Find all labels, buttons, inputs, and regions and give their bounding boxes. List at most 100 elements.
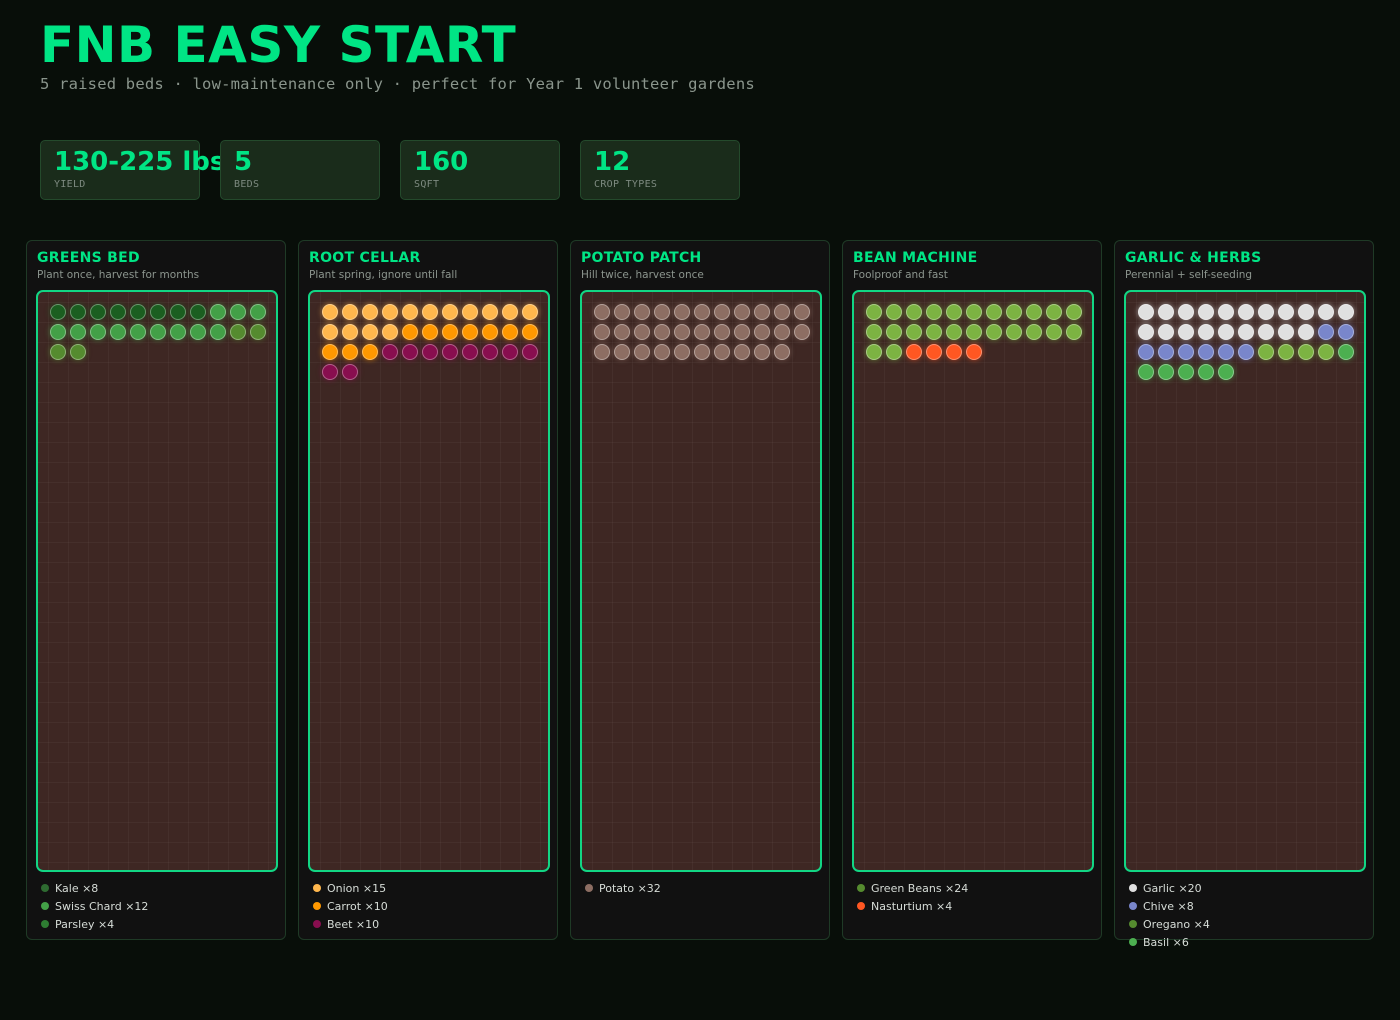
- plant-potato[interactable]: [714, 324, 730, 340]
- plant-garlic[interactable]: [1198, 324, 1214, 340]
- plant-kale[interactable]: [110, 304, 126, 320]
- plant-green-beans[interactable]: [1066, 304, 1082, 320]
- plant-garlic[interactable]: [1218, 324, 1234, 340]
- plant-potato[interactable]: [754, 304, 770, 320]
- plant-garlic[interactable]: [1258, 304, 1274, 320]
- plant-garlic[interactable]: [1298, 324, 1314, 340]
- plant-potato[interactable]: [774, 344, 790, 360]
- plant-beet[interactable]: [522, 344, 538, 360]
- plant-green-beans[interactable]: [1066, 324, 1082, 340]
- plant-green-beans[interactable]: [1006, 324, 1022, 340]
- plant-potato[interactable]: [594, 304, 610, 320]
- plant-chive[interactable]: [1178, 344, 1194, 360]
- plant-garlic[interactable]: [1238, 304, 1254, 320]
- plant-green-beans[interactable]: [866, 304, 882, 320]
- plant-beet[interactable]: [342, 364, 358, 380]
- plant-potato[interactable]: [634, 304, 650, 320]
- plant-green-beans[interactable]: [1046, 324, 1062, 340]
- plant-swiss-chard[interactable]: [190, 324, 206, 340]
- plant-swiss-chard[interactable]: [110, 324, 126, 340]
- plant-potato[interactable]: [794, 304, 810, 320]
- plant-basil[interactable]: [1138, 364, 1154, 380]
- plant-potato[interactable]: [734, 324, 750, 340]
- plant-beet[interactable]: [402, 344, 418, 360]
- plant-oregano[interactable]: [1258, 344, 1274, 360]
- plant-garlic[interactable]: [1198, 304, 1214, 320]
- plant-garlic[interactable]: [1338, 304, 1354, 320]
- plant-swiss-chard[interactable]: [170, 324, 186, 340]
- plant-nasturtium[interactable]: [926, 344, 942, 360]
- plant-garlic[interactable]: [1138, 304, 1154, 320]
- plant-green-beans[interactable]: [886, 344, 902, 360]
- plant-green-beans[interactable]: [866, 324, 882, 340]
- plant-kale[interactable]: [190, 304, 206, 320]
- plant-onion[interactable]: [342, 324, 358, 340]
- plant-nasturtium[interactable]: [966, 344, 982, 360]
- plant-onion[interactable]: [382, 324, 398, 340]
- plant-potato[interactable]: [794, 324, 810, 340]
- plant-onion[interactable]: [422, 304, 438, 320]
- plant-potato[interactable]: [654, 324, 670, 340]
- plant-green-beans[interactable]: [1006, 304, 1022, 320]
- plant-green-beans[interactable]: [926, 324, 942, 340]
- plant-potato[interactable]: [634, 344, 650, 360]
- plant-garlic[interactable]: [1238, 324, 1254, 340]
- plant-garlic[interactable]: [1218, 304, 1234, 320]
- plant-oregano[interactable]: [1318, 344, 1334, 360]
- plant-potato[interactable]: [674, 344, 690, 360]
- plant-parsley[interactable]: [230, 324, 246, 340]
- plant-green-beans[interactable]: [1046, 304, 1062, 320]
- plant-garlic[interactable]: [1278, 304, 1294, 320]
- plant-swiss-chard[interactable]: [90, 324, 106, 340]
- plant-potato[interactable]: [714, 304, 730, 320]
- plant-nasturtium[interactable]: [906, 344, 922, 360]
- plant-chive[interactable]: [1138, 344, 1154, 360]
- plant-carrot[interactable]: [422, 324, 438, 340]
- plant-onion[interactable]: [322, 324, 338, 340]
- plant-kale[interactable]: [150, 304, 166, 320]
- plant-garlic[interactable]: [1258, 324, 1274, 340]
- plant-carrot[interactable]: [482, 324, 498, 340]
- plant-garlic[interactable]: [1158, 304, 1174, 320]
- plant-onion[interactable]: [402, 304, 418, 320]
- plant-garlic[interactable]: [1138, 324, 1154, 340]
- plant-basil[interactable]: [1338, 344, 1354, 360]
- plant-parsley[interactable]: [250, 324, 266, 340]
- plant-potato[interactable]: [614, 304, 630, 320]
- plant-onion[interactable]: [522, 304, 538, 320]
- plant-kale[interactable]: [50, 304, 66, 320]
- plant-onion[interactable]: [362, 324, 378, 340]
- plant-beet[interactable]: [502, 344, 518, 360]
- plant-carrot[interactable]: [442, 324, 458, 340]
- plant-swiss-chard[interactable]: [210, 304, 226, 320]
- plant-swiss-chard[interactable]: [210, 324, 226, 340]
- plant-garlic[interactable]: [1158, 324, 1174, 340]
- plant-potato[interactable]: [674, 304, 690, 320]
- plant-green-beans[interactable]: [966, 304, 982, 320]
- plant-green-beans[interactable]: [966, 324, 982, 340]
- plant-kale[interactable]: [170, 304, 186, 320]
- plant-basil[interactable]: [1158, 364, 1174, 380]
- plant-green-beans[interactable]: [946, 304, 962, 320]
- plant-onion[interactable]: [502, 304, 518, 320]
- plant-swiss-chard[interactable]: [70, 324, 86, 340]
- plant-onion[interactable]: [482, 304, 498, 320]
- plant-onion[interactable]: [322, 304, 338, 320]
- plant-beet[interactable]: [462, 344, 478, 360]
- plant-garlic[interactable]: [1178, 324, 1194, 340]
- plant-garlic[interactable]: [1298, 304, 1314, 320]
- plant-green-beans[interactable]: [886, 304, 902, 320]
- plant-beet[interactable]: [442, 344, 458, 360]
- plant-green-beans[interactable]: [986, 304, 1002, 320]
- plant-onion[interactable]: [362, 304, 378, 320]
- plant-potato[interactable]: [594, 344, 610, 360]
- plant-potato[interactable]: [694, 344, 710, 360]
- plant-potato[interactable]: [714, 344, 730, 360]
- plant-chive[interactable]: [1338, 324, 1354, 340]
- plant-green-beans[interactable]: [866, 344, 882, 360]
- plant-swiss-chard[interactable]: [50, 324, 66, 340]
- plant-green-beans[interactable]: [986, 324, 1002, 340]
- plant-kale[interactable]: [70, 304, 86, 320]
- plant-beet[interactable]: [382, 344, 398, 360]
- plant-potato[interactable]: [634, 324, 650, 340]
